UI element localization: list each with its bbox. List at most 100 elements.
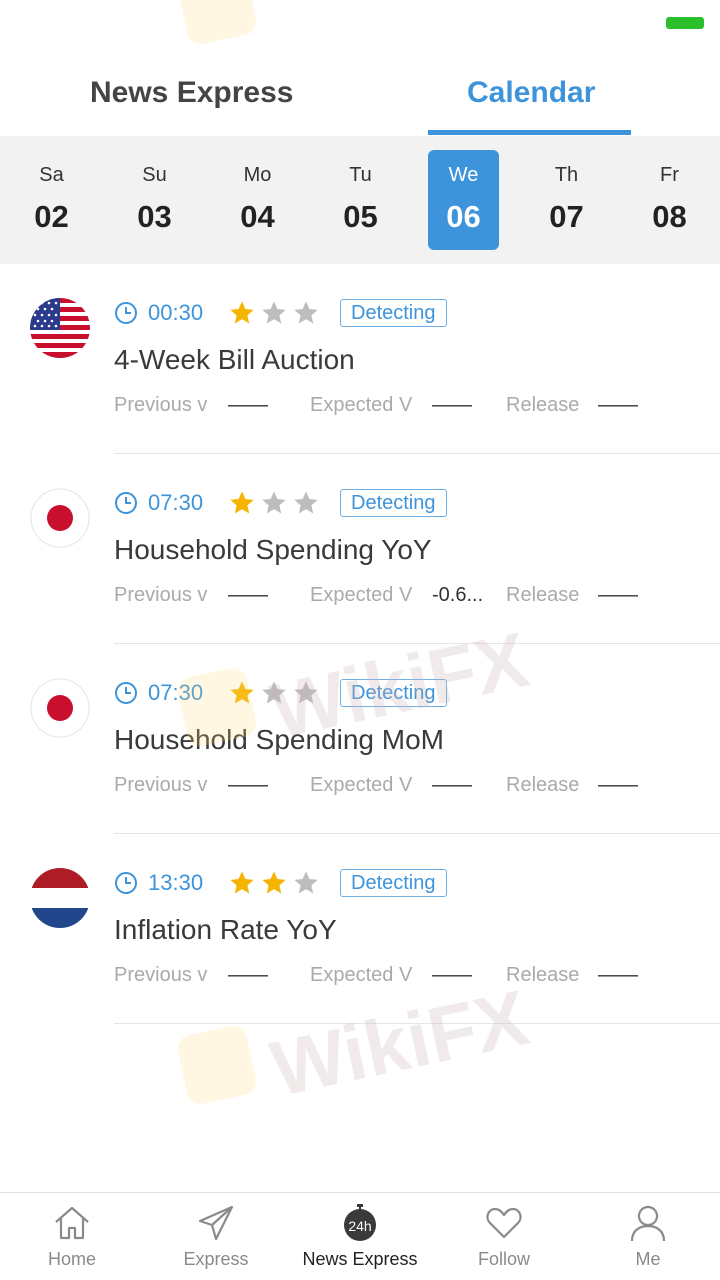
day-su[interactable]: Su 03 <box>119 150 190 250</box>
nav-me-label: Me <box>635 1249 661 1269</box>
day-tu[interactable]: Tu 05 <box>325 150 396 250</box>
expected-label: Expected V <box>310 774 413 796</box>
expected-value: —— <box>432 774 472 796</box>
importance-stars <box>228 299 340 327</box>
release-value: —— <box>598 584 638 606</box>
event-title: 4-Week Bill Auction <box>114 344 355 375</box>
nav-express-label: Express <box>183 1249 249 1269</box>
release-value: —— <box>598 774 638 796</box>
star-icon <box>230 491 254 514</box>
star-icon <box>294 681 318 704</box>
day-number: 08 <box>652 199 687 234</box>
nav-news-express[interactable]: 24h News Express <box>288 1193 432 1280</box>
day-sa[interactable]: Sa 02 <box>16 150 87 250</box>
japan-flag-icon <box>30 488 90 548</box>
event-time-row: 00:30 Detecting <box>114 298 447 328</box>
tab-active-indicator <box>428 130 631 135</box>
nav-home[interactable]: Home <box>0 1193 144 1280</box>
star-icon <box>230 871 254 894</box>
event-time: 07:30 <box>148 490 204 515</box>
expected-label: Expected V <box>310 394 413 416</box>
day-we-selected[interactable]: We 06 <box>428 150 499 250</box>
event-title: Household Spending YoY <box>114 534 432 565</box>
heart-icon <box>486 1207 522 1239</box>
day-mo[interactable]: Mo 04 <box>222 150 293 250</box>
star-icon <box>262 681 286 704</box>
event-row[interactable]: 00:30 Detecting 4-Week Bill Auction Prev… <box>0 264 720 454</box>
clock-icon <box>115 872 137 894</box>
event-row[interactable]: 07:30 Detecting Household Spending YoY P… <box>0 454 720 644</box>
nav-me[interactable]: Me <box>576 1193 720 1280</box>
event-time-row: 07:30 Detecting <box>114 488 447 518</box>
previous-label: Previous v <box>114 964 208 986</box>
day-number: 04 <box>240 199 275 234</box>
bottom-nav: Home Express 24h News Express Follow Me <box>0 1192 720 1280</box>
star-icon <box>230 301 254 324</box>
tab-news-express[interactable]: News Express <box>90 76 293 110</box>
previous-label: Previous v <box>114 584 208 606</box>
paper-plane-icon <box>198 1205 234 1241</box>
day-name: Mo <box>243 164 272 186</box>
event-time: 13:30 <box>148 870 204 895</box>
status-badge: Detecting <box>340 869 447 897</box>
star-icon <box>294 491 318 514</box>
status-badge: Detecting <box>340 489 447 517</box>
event-time-row: 13:30 Detecting <box>114 868 447 898</box>
tab-calendar[interactable]: Calendar <box>467 76 595 110</box>
watermark-logo <box>175 1023 259 1107</box>
star-icon <box>294 301 318 324</box>
previous-label: Previous v <box>114 394 208 416</box>
status-badge: Detecting <box>340 679 447 707</box>
japan-flag-icon <box>30 678 90 738</box>
nav-home-label: Home <box>47 1249 96 1269</box>
expected-value: —— <box>432 964 472 986</box>
event-title: Household Spending MoM <box>114 724 444 755</box>
day-number: 06 <box>446 199 481 234</box>
expected-value: —— <box>432 394 472 416</box>
expected-label: Expected V <box>310 964 413 986</box>
release-value: —— <box>598 964 638 986</box>
user-icon <box>630 1205 666 1242</box>
home-icon <box>55 1206 89 1240</box>
event-title: Inflation Rate YoY <box>114 914 337 945</box>
release-value: —— <box>598 394 638 416</box>
day-name: Tu <box>349 164 372 186</box>
status-bar <box>0 0 720 50</box>
day-number: 07 <box>549 199 584 234</box>
release-label: Release <box>506 774 580 796</box>
release-label: Release <box>506 964 580 986</box>
release-label: Release <box>506 394 580 416</box>
us-flag-icon <box>30 298 90 358</box>
divider <box>114 1023 720 1024</box>
clock-icon <box>115 492 137 514</box>
previous-value: —— <box>228 964 268 986</box>
star-icon <box>262 491 286 514</box>
top-tabs: News Express Calendar <box>0 50 720 136</box>
day-name: We <box>448 164 479 186</box>
stopwatch-24h-icon: 24h <box>344 1204 376 1241</box>
day-fr[interactable]: Fr 08 <box>634 150 705 250</box>
nav-follow-label: Follow <box>477 1249 530 1269</box>
previous-value: —— <box>228 774 268 796</box>
release-label: Release <box>506 584 580 606</box>
previous-label: Previous v <box>114 774 208 796</box>
day-number: 02 <box>34 199 69 234</box>
netherlands-flag-icon <box>30 868 90 928</box>
day-name: Fr <box>660 164 679 186</box>
event-row[interactable]: 07:30 Detecting Household Spending MoM P… <box>0 644 720 834</box>
date-strip: Sa 02 Su 03 Mo 04 Tu 05 We 06 Th 07 Fr 08 <box>0 136 720 264</box>
expected-label: Expected V <box>310 584 413 606</box>
watermark-logo <box>175 665 259 749</box>
expected-value: -0.6... <box>432 584 484 606</box>
event-list: 00:30 Detecting 4-Week Bill Auction Prev… <box>0 264 720 1024</box>
day-name: Th <box>554 164 579 186</box>
star-icon <box>294 871 318 894</box>
previous-value: —— <box>228 584 268 606</box>
nav-express[interactable]: Express <box>144 1193 288 1280</box>
day-th[interactable]: Th 07 <box>531 150 602 250</box>
event-row[interactable]: 13:30 Detecting Inflation Rate YoY Previ… <box>0 834 720 1024</box>
day-name: Su <box>142 164 167 186</box>
nav-follow[interactable]: Follow <box>432 1193 576 1280</box>
battery-icon <box>666 17 704 29</box>
day-name: Sa <box>39 164 64 186</box>
